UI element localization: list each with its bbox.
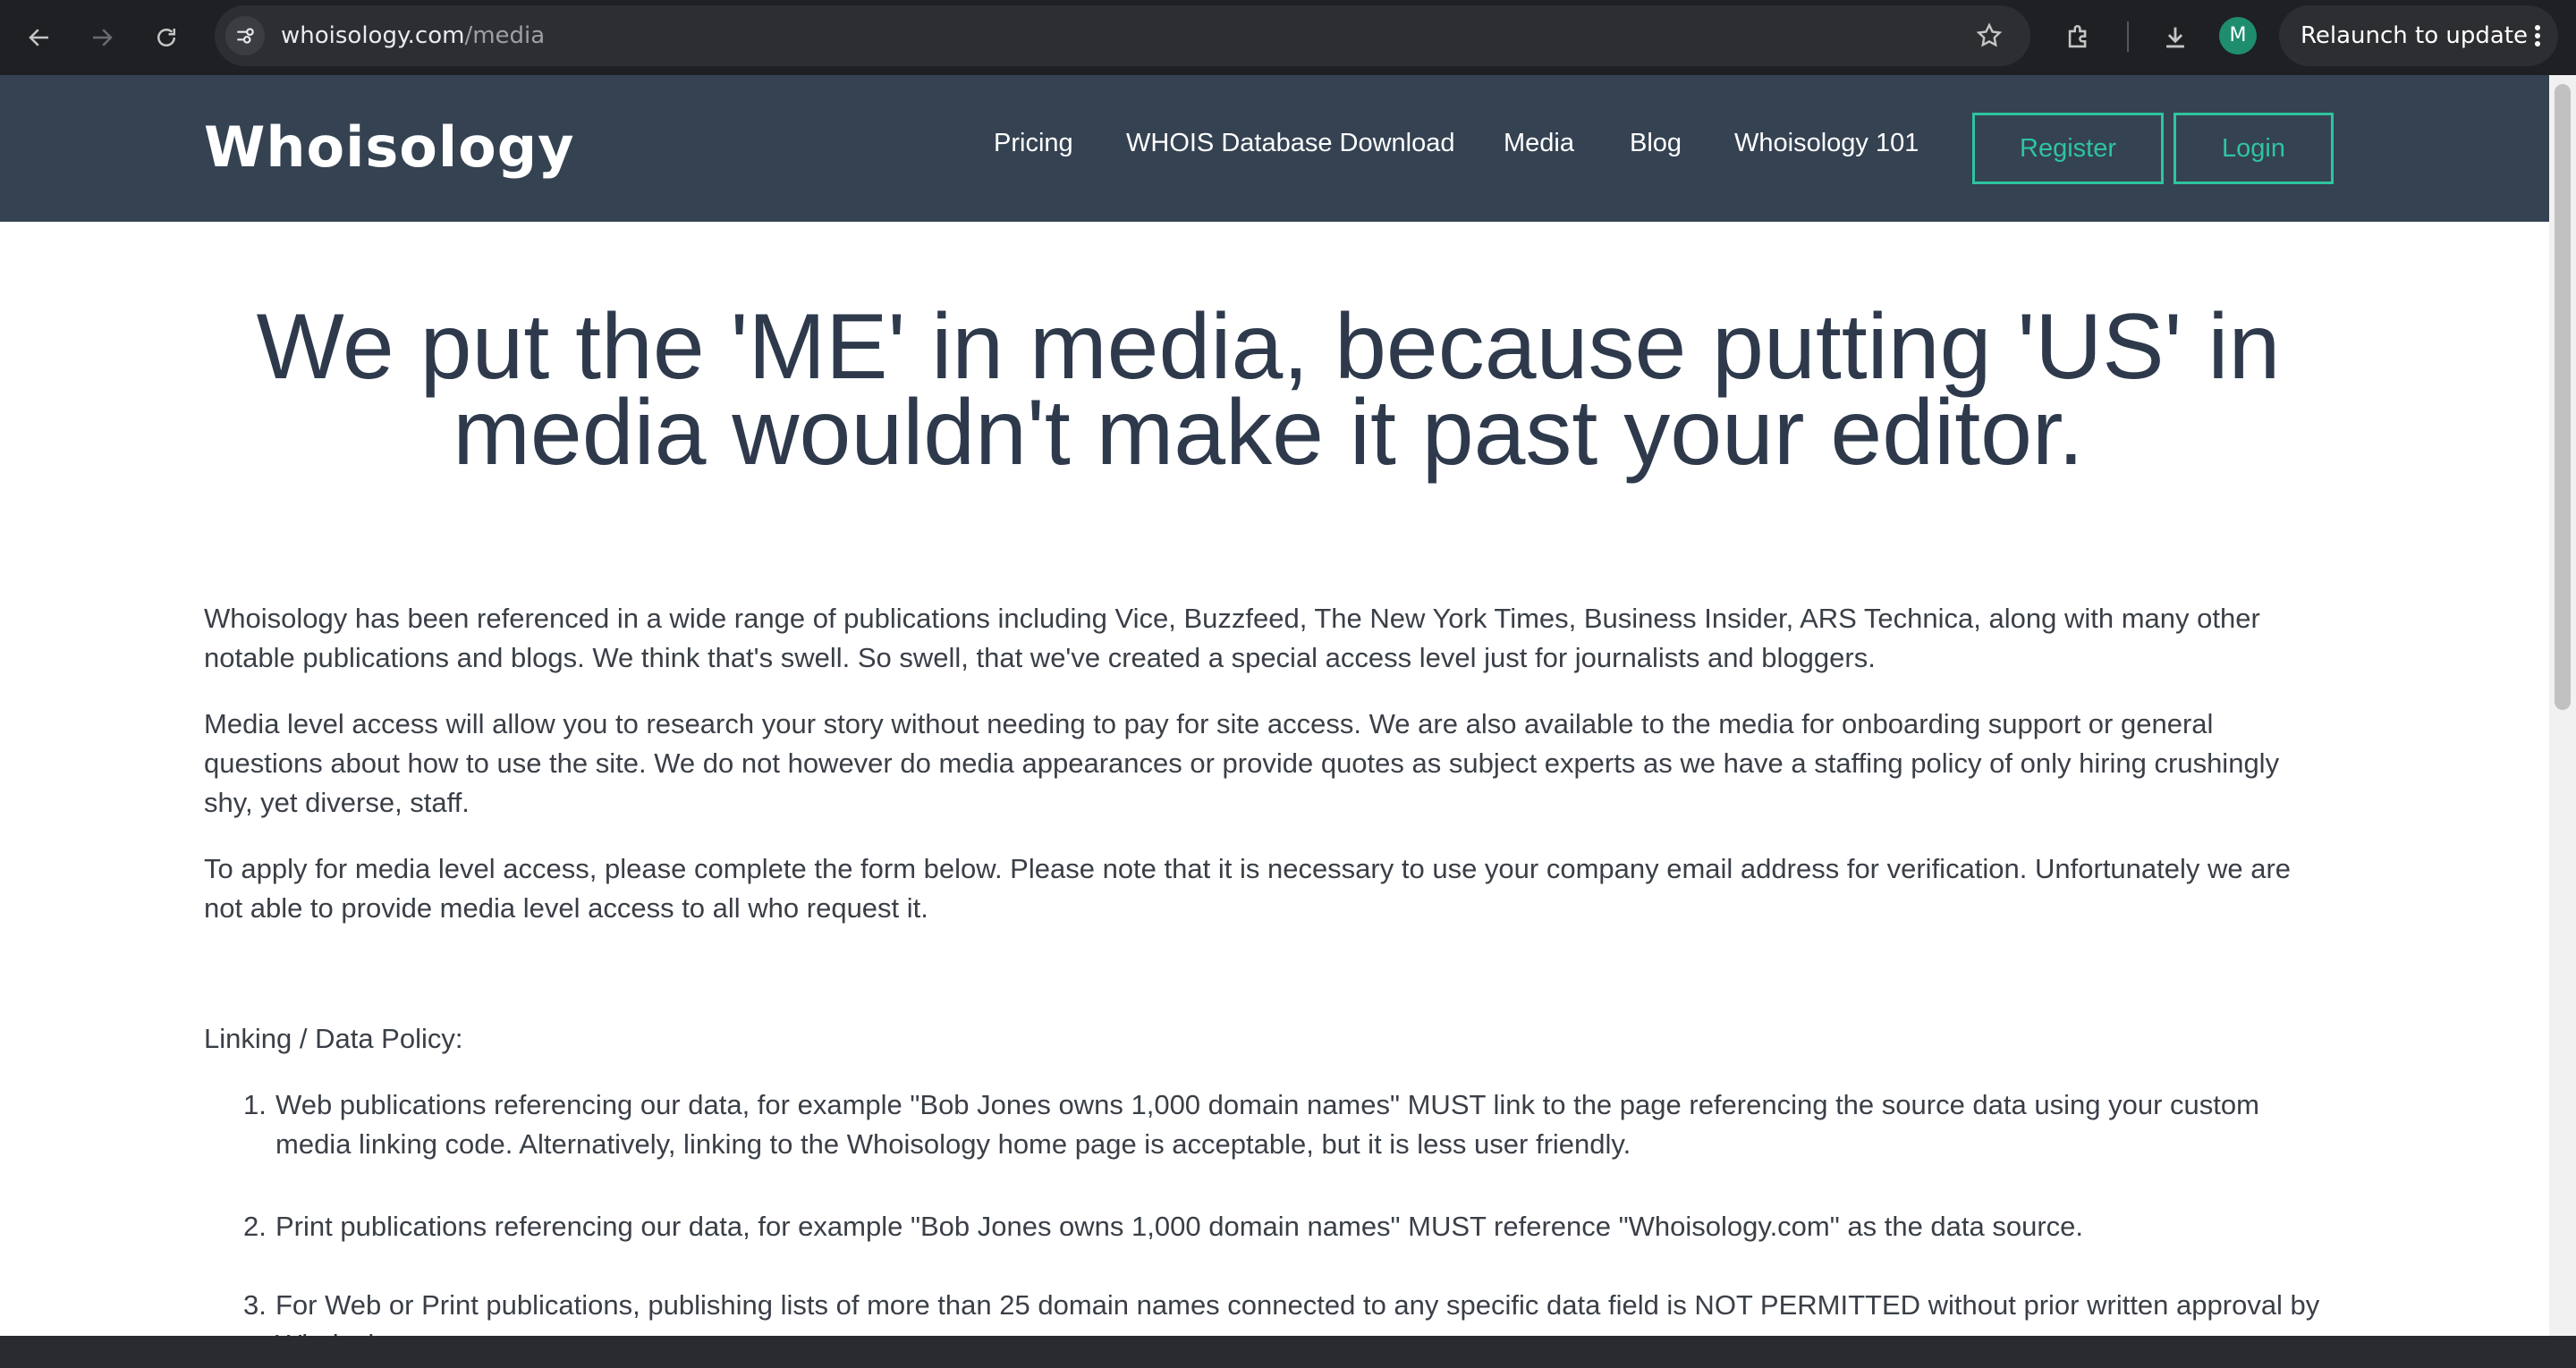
scrollbar-thumb[interactable] <box>2555 84 2571 710</box>
url-domain: whoisology.com <box>281 22 465 49</box>
apply-paragraph: To apply for media level access, please … <box>204 853 2292 924</box>
policy-text: Web publications referencing our data, f… <box>275 1089 2259 1160</box>
toolbar-divider <box>2127 21 2129 52</box>
bookmark-star-icon[interactable] <box>1970 16 2009 55</box>
nav-media[interactable]: Media <box>1504 129 1574 158</box>
address-bar[interactable]: whoisology.com/media <box>215 5 2030 66</box>
download-icon[interactable] <box>2156 18 2195 57</box>
nav-blog[interactable]: Blog <box>1630 129 1682 158</box>
policy-list-item: 1. Web publications referencing our data… <box>243 1085 2333 1164</box>
register-button[interactable]: Register <box>1972 113 2164 184</box>
extensions-icon[interactable] <box>2059 18 2098 57</box>
site-info-icon[interactable] <box>225 16 265 55</box>
policy-number: 3. <box>243 1289 267 1321</box>
nav-pricing[interactable]: Pricing <box>994 129 1073 158</box>
policy-heading: Linking / Data Policy: <box>204 1023 463 1054</box>
policy-text: Print publications referencing our data,… <box>275 1211 2084 1242</box>
site-logo[interactable]: Whoisology <box>204 114 575 180</box>
forward-icon[interactable] <box>82 18 122 57</box>
reload-icon[interactable] <box>147 18 186 57</box>
nav-whois-database-download[interactable]: WHOIS Database Download <box>1126 129 1455 158</box>
login-button[interactable]: Login <box>2174 113 2334 184</box>
relaunch-button[interactable]: Relaunch to update <box>2279 5 2558 66</box>
bottom-bar <box>0 1336 2576 1368</box>
intro-paragraph: Whoisology has been referenced in a wide… <box>204 603 2260 673</box>
page-scrollbar[interactable] <box>2549 75 2576 1336</box>
profile-avatar[interactable]: M <box>2219 17 2257 55</box>
url-text: whoisology.com/media <box>281 5 545 66</box>
nav-whoisology-101[interactable]: Whoisology 101 <box>1734 129 1919 158</box>
media-access-paragraph: Media level access will allow you to res… <box>204 708 2280 818</box>
back-icon[interactable] <box>20 18 59 57</box>
policy-list-item: 2. Print publications referencing our da… <box>243 1207 2333 1246</box>
policy-number: 2. <box>243 1211 267 1242</box>
page-title: We put the 'ME' in media, because puttin… <box>256 295 2281 485</box>
policy-number: 1. <box>243 1089 267 1120</box>
site-header: Whoisology Pricing WHOIS Database Downlo… <box>0 75 2549 222</box>
more-menu-icon[interactable] <box>2535 25 2540 46</box>
url-path: /media <box>464 22 546 49</box>
relaunch-label: Relaunch to update <box>2301 22 2529 49</box>
browser-toolbar: whoisology.com/media M Relaunch to updat… <box>0 0 2576 75</box>
